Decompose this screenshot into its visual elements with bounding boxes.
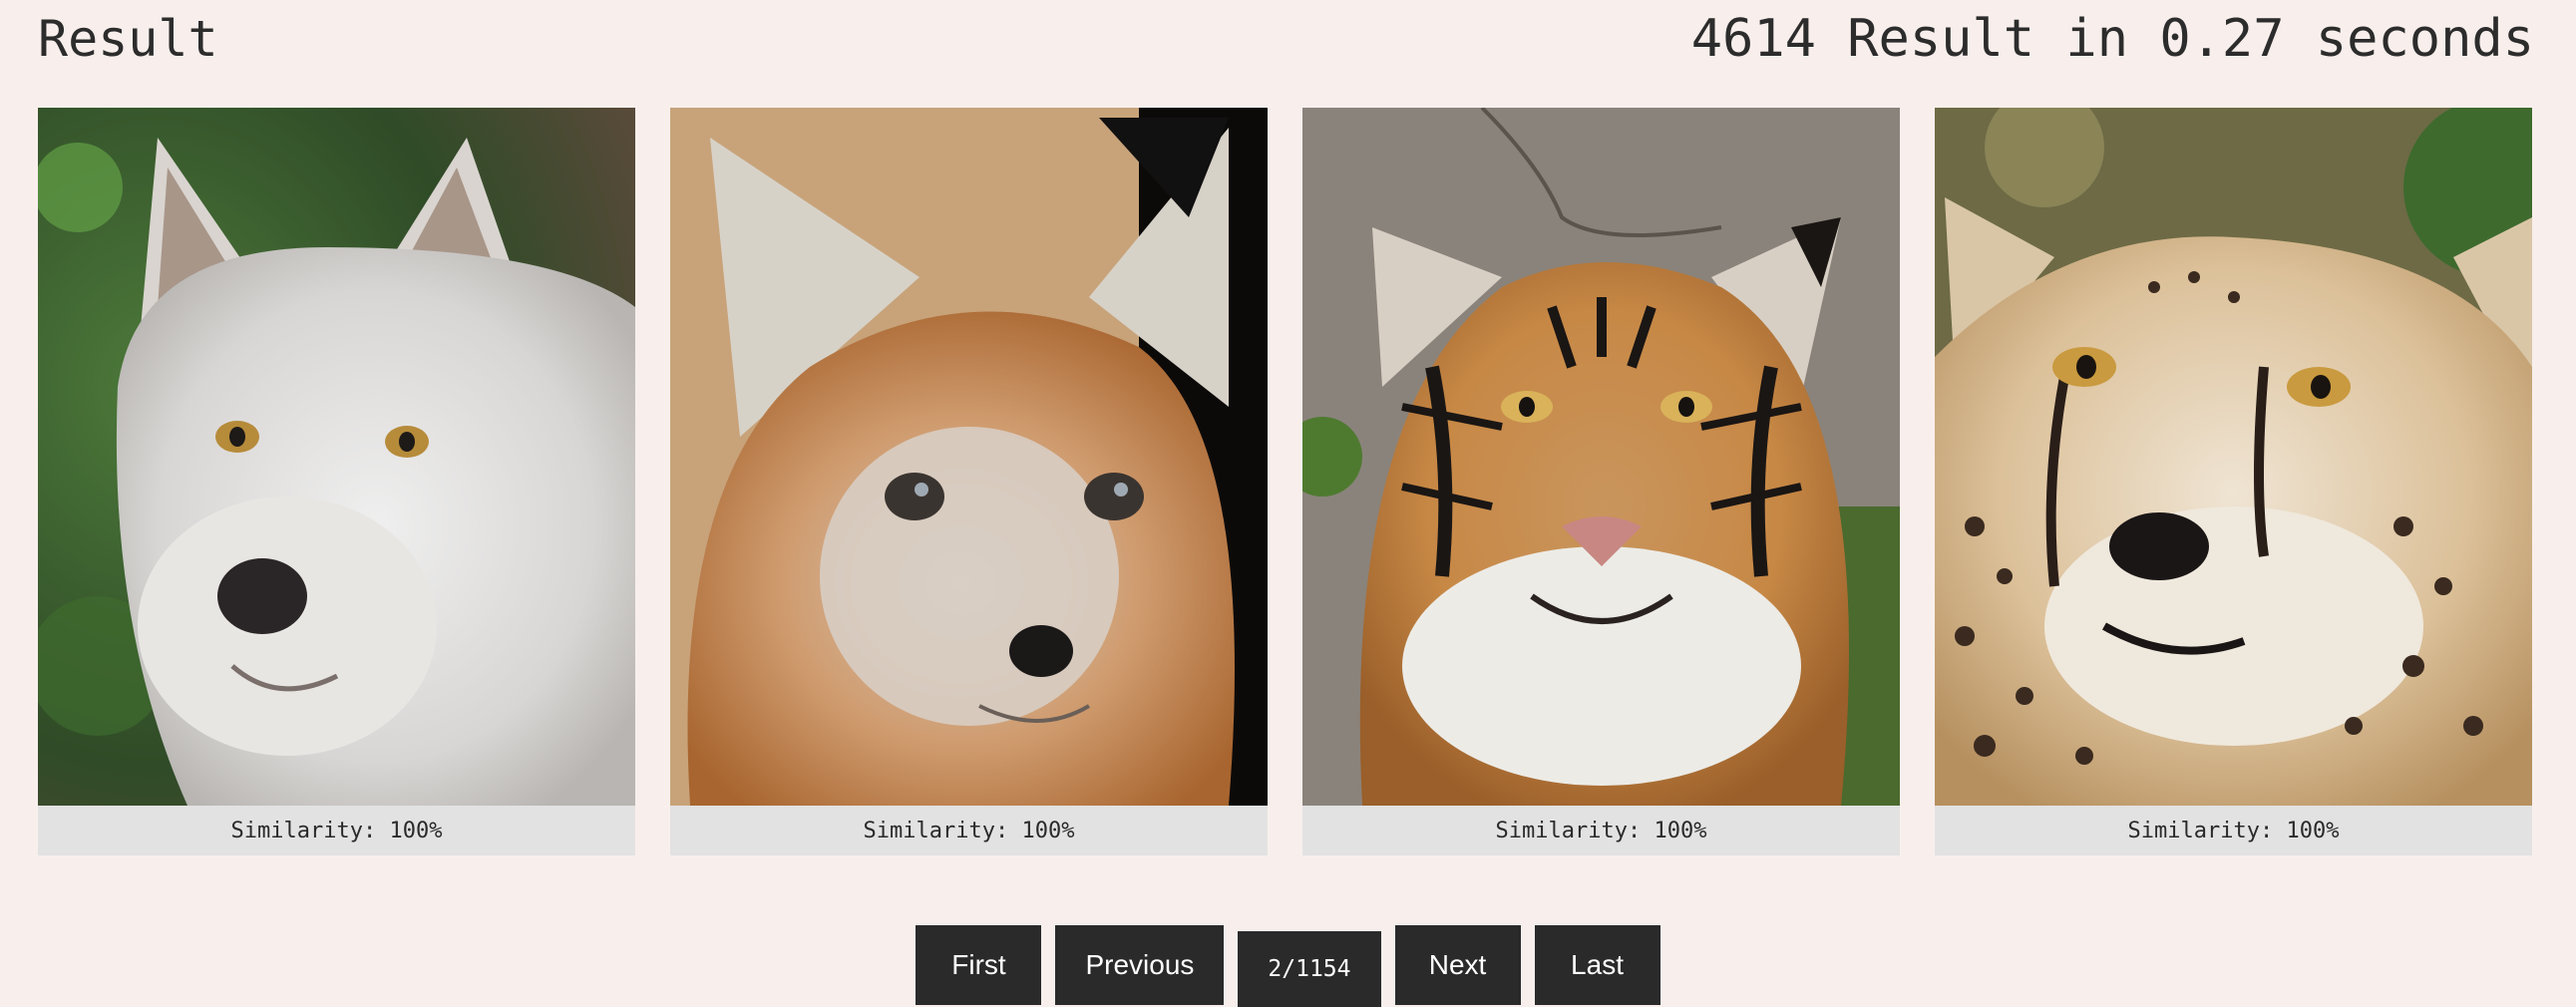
tiger-image[interactable] (1302, 108, 1900, 806)
pagination: First Previous 2/1154 Next Last (0, 925, 2576, 1007)
wolf-image[interactable] (38, 108, 635, 806)
result-card[interactable]: Similarity: 100% (670, 108, 1268, 855)
result-card[interactable]: Similarity: 100% (38, 108, 635, 855)
fox-image[interactable] (670, 108, 1268, 806)
last-page-button[interactable]: Last (1534, 925, 1660, 1005)
result-card[interactable]: Similarity: 100% (1935, 108, 2532, 855)
result-card[interactable]: Similarity: 100% (1302, 108, 1900, 855)
cheetah-image[interactable] (1935, 108, 2532, 806)
first-page-button[interactable]: First (916, 925, 1042, 1005)
similarity-label: Similarity: 100% (38, 806, 635, 855)
similarity-label: Similarity: 100% (670, 806, 1268, 855)
page-indicator: 2/1154 (1238, 931, 1381, 1007)
result-stats: 4614 Result in 0.27 seconds (1690, 9, 2534, 69)
page-title: Result (38, 10, 218, 68)
result-grid: Similarity: 100% Similarity: 100% Simila… (38, 108, 2532, 855)
similarity-label: Similarity: 100% (1302, 806, 1900, 855)
results-header: Result 4614 Result in 0.27 seconds (38, 0, 2534, 78)
previous-page-button[interactable]: Previous (1055, 925, 1225, 1005)
similarity-label: Similarity: 100% (1935, 806, 2532, 855)
next-page-button[interactable]: Next (1394, 925, 1521, 1005)
